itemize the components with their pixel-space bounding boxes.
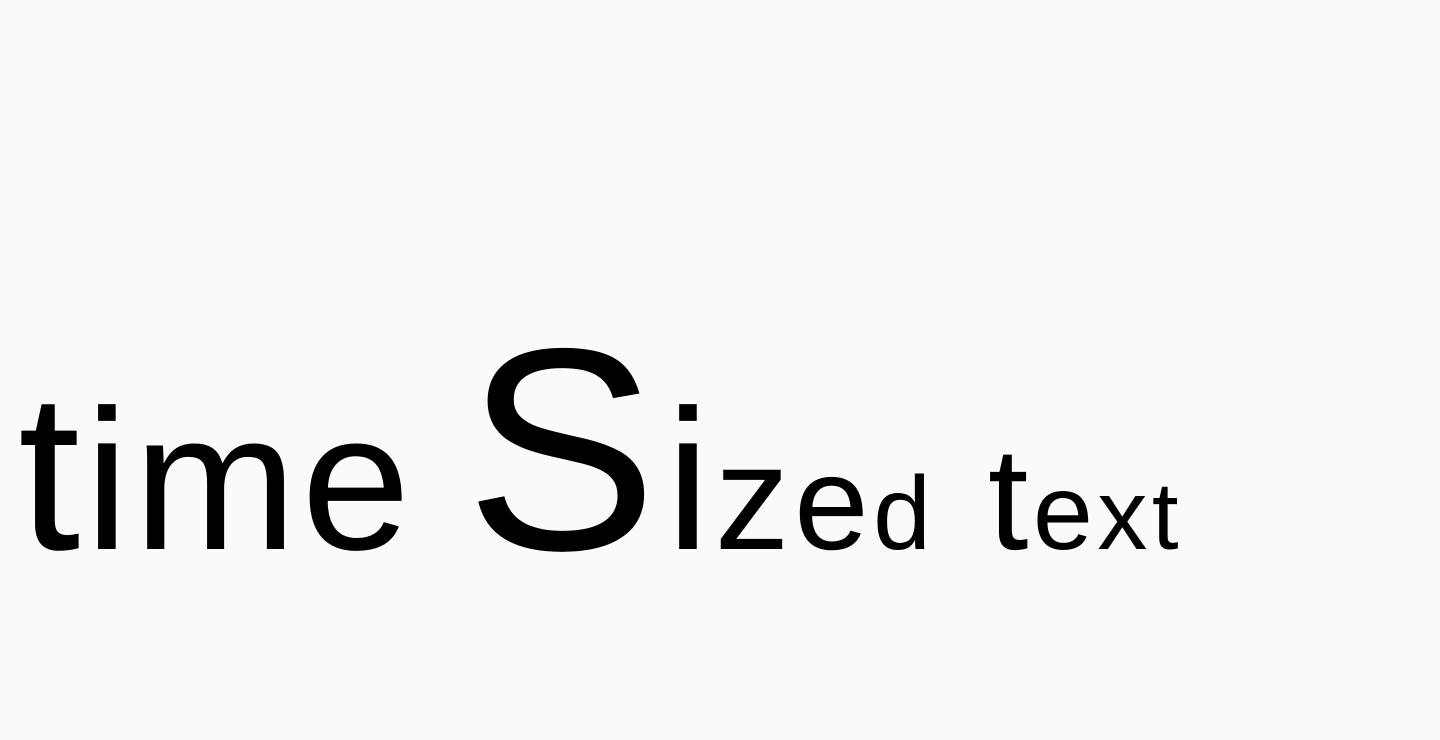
glyph-e-1: e [301, 372, 411, 591]
glyph-m: m [133, 372, 297, 591]
glyph-x: x [1097, 459, 1148, 571]
glyph-e-3: e [1032, 451, 1093, 572]
glyph-i-2: i [665, 369, 711, 592]
glyph-e-2: e [794, 429, 869, 578]
glyph-t-2: t [987, 417, 1029, 580]
canvas: t i m e S i z e d t e x t [0, 0, 1440, 740]
glyph-i-1: i [84, 369, 130, 592]
glyph-z: z [714, 413, 790, 581]
glyph-t-3: t [1151, 463, 1179, 570]
glyph-S: S [465, 289, 658, 611]
glyph-d: d [873, 456, 931, 572]
sized-text-line: t i m e S i z e d t e x t [18, 306, 1179, 594]
glyph-t-1: t [18, 347, 81, 597]
